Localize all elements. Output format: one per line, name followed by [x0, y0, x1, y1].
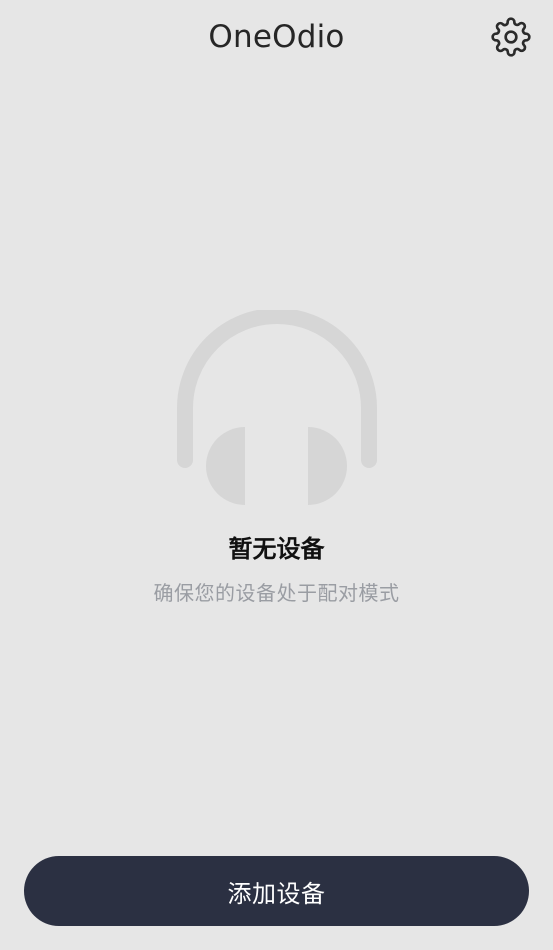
empty-state-subtitle: 确保您的设备处于配对模式: [153, 581, 400, 605]
headphones-icon: [176, 310, 377, 505]
empty-state-title: 暂无设备: [228, 535, 325, 563]
gear-icon: [491, 17, 531, 57]
app-header: OneOdio: [0, 0, 553, 76]
add-device-button[interactable]: 添加设备: [24, 856, 529, 926]
settings-button[interactable]: [491, 17, 531, 57]
empty-state: 暂无设备 确保您的设备处于配对模式: [0, 310, 553, 607]
app-title: OneOdio: [208, 19, 345, 55]
